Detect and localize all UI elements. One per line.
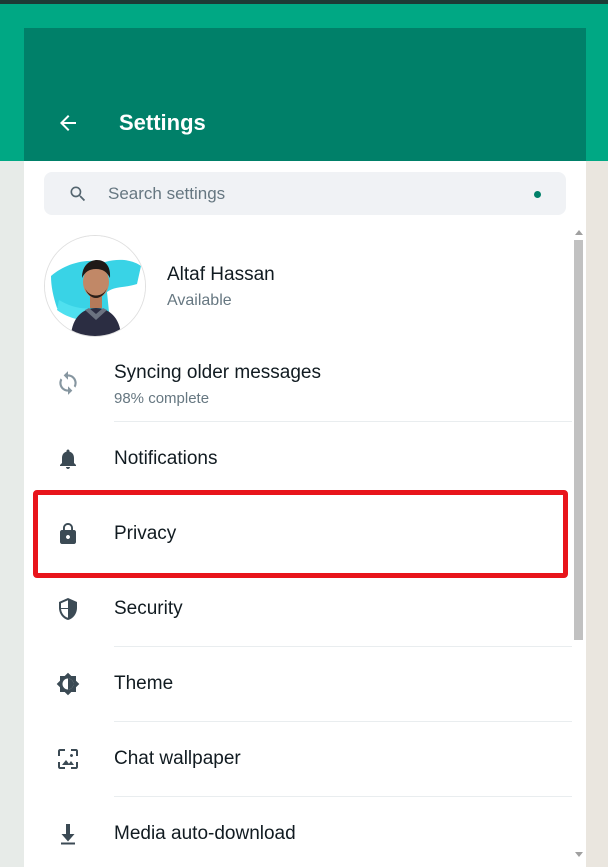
settings-item-label: Theme	[114, 673, 174, 694]
app-background-right-green	[586, 4, 608, 161]
download-icon	[61, 824, 75, 845]
scroll-down-arrow-icon[interactable]	[575, 852, 583, 857]
shield-icon	[59, 598, 77, 620]
scrollbar-thumb[interactable]	[574, 240, 583, 640]
avatar-image	[45, 236, 145, 336]
settings-item-label: Notifications	[114, 448, 218, 469]
search-icon	[70, 186, 86, 202]
sync-status-row: Syncing older messages 98% complete	[24, 350, 572, 422]
sync-title: Syncing older messages	[114, 362, 321, 383]
search-input[interactable]	[108, 180, 508, 207]
divider	[114, 721, 572, 722]
profile-row[interactable]: Altaf Hassan Available	[24, 233, 572, 337]
arrow-left-icon[interactable]	[56, 111, 80, 135]
settings-item-label: Security	[114, 598, 183, 619]
settings-item-label: Privacy	[114, 523, 177, 544]
divider	[114, 421, 572, 422]
settings-header: Settings	[24, 28, 586, 161]
search-bar[interactable]	[44, 172, 566, 215]
settings-item-security[interactable]: Security	[24, 573, 572, 647]
divider	[114, 796, 572, 797]
lock-icon	[60, 523, 76, 544]
profile-status: Available	[167, 292, 232, 309]
divider	[114, 646, 572, 647]
scroll-up-arrow-icon[interactable]	[575, 230, 583, 235]
app-background-left	[0, 161, 24, 867]
sync-progress-text: 98% complete	[114, 390, 210, 407]
settings-item-chat-wallpaper[interactable]: Chat wallpaper	[24, 723, 572, 797]
settings-item-label: Media auto-download	[114, 823, 296, 844]
avatar[interactable]	[44, 235, 146, 337]
settings-item-notifications[interactable]: Notifications	[24, 423, 572, 497]
sync-icon	[59, 371, 77, 395]
profile-name: Altaf Hassan	[167, 264, 275, 285]
settings-item-label: Chat wallpaper	[114, 748, 241, 769]
status-dot	[534, 191, 541, 198]
bell-icon	[60, 449, 76, 469]
settings-panel: Settings Altaf Hassan Available	[24, 28, 586, 867]
wallpaper-icon	[58, 749, 78, 769]
settings-item-privacy[interactable]: Privacy	[24, 498, 572, 572]
theme-icon	[56, 672, 80, 696]
settings-item-theme[interactable]: Theme	[24, 648, 572, 722]
settings-item-media-auto-download[interactable]: Media auto-download	[24, 798, 572, 867]
scrollbar[interactable]	[572, 228, 586, 867]
page-title: Settings	[119, 110, 206, 135]
